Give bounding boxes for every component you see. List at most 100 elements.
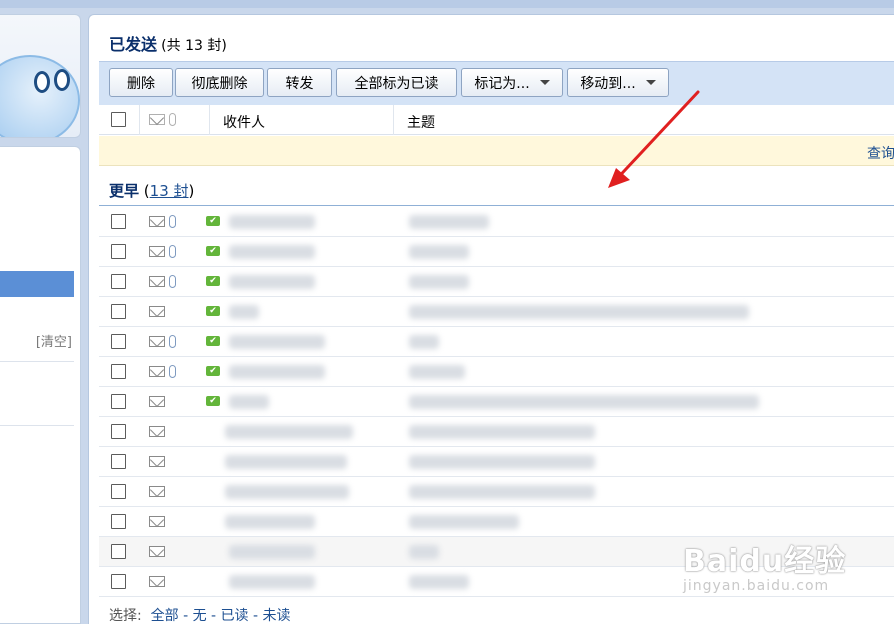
separator: - bbox=[211, 608, 217, 624]
table-row[interactable] bbox=[99, 447, 894, 477]
delete-button[interactable]: 删除 bbox=[109, 68, 173, 97]
subject-redacted bbox=[409, 275, 469, 289]
recipient-redacted bbox=[225, 455, 347, 469]
row-checkbox[interactable] bbox=[111, 304, 126, 319]
recipient-redacted bbox=[229, 335, 325, 349]
sidebar-divider bbox=[0, 361, 74, 362]
receipt-check-icon: ✔ bbox=[206, 246, 220, 256]
recipient-redacted bbox=[229, 545, 315, 559]
receipt-check-icon: ✔ bbox=[206, 366, 220, 376]
table-row[interactable]: ✔ bbox=[99, 267, 894, 297]
forward-button[interactable]: 转发 bbox=[267, 68, 332, 97]
attachment-icon bbox=[169, 245, 176, 258]
group-count-link[interactable]: 13 封 bbox=[150, 182, 189, 200]
mark-all-read-button[interactable]: 全部标为已读 bbox=[336, 68, 457, 97]
clear-trash-link[interactable]: [清空] bbox=[36, 331, 72, 350]
mark-as-dropdown[interactable]: 标记为... bbox=[461, 68, 563, 97]
sidebar-item-sent-active[interactable] bbox=[0, 271, 74, 297]
envelope-icon bbox=[149, 486, 165, 497]
recipient-redacted bbox=[229, 365, 325, 379]
recipient-redacted bbox=[229, 275, 315, 289]
receipt-check-icon: ✔ bbox=[206, 306, 220, 316]
envelope-icon bbox=[149, 216, 165, 227]
subject-redacted bbox=[409, 365, 465, 379]
row-checkbox[interactable] bbox=[111, 574, 126, 589]
separator: - bbox=[253, 608, 259, 624]
attachment-icon bbox=[169, 113, 176, 126]
mail-list-panel: 已发送 (共 13 封) 删除 彻底删除 转发 全部标为已读 标记为... 移动… bbox=[88, 14, 894, 624]
row-checkbox[interactable] bbox=[111, 274, 126, 289]
chevron-down-icon bbox=[539, 80, 550, 85]
top-strip bbox=[0, 0, 894, 8]
table-row[interactable]: ✔ bbox=[99, 237, 894, 267]
envelope-icon bbox=[149, 546, 165, 557]
recipient-redacted bbox=[225, 515, 315, 529]
row-checkbox[interactable] bbox=[111, 244, 126, 259]
table-row[interactable]: ✔ bbox=[99, 297, 894, 327]
row-checkbox[interactable] bbox=[111, 214, 126, 229]
sidebar-nav: [清空] bbox=[0, 146, 81, 624]
envelope-icon bbox=[149, 336, 165, 347]
subject-redacted bbox=[409, 215, 489, 229]
recipient-redacted bbox=[229, 575, 315, 589]
notice-query-link[interactable]: 查询 bbox=[867, 143, 894, 163]
attachment-icon bbox=[169, 275, 176, 288]
recipient-redacted bbox=[229, 215, 315, 229]
subject-redacted bbox=[409, 515, 519, 529]
select-unread-link[interactable]: 未读 bbox=[263, 608, 291, 624]
selection-footer: 选择: 全部 - 无 - 已读 - 未读 bbox=[109, 605, 291, 624]
table-row[interactable]: ✔ bbox=[99, 357, 894, 387]
penguin-eye-right bbox=[54, 69, 70, 91]
page-title: 已发送 (共 13 封) bbox=[109, 31, 227, 55]
notice-bar: 查询 bbox=[99, 136, 894, 166]
table-row[interactable] bbox=[99, 477, 894, 507]
envelope-icon bbox=[149, 456, 165, 467]
table-row[interactable] bbox=[99, 417, 894, 447]
row-checkbox[interactable] bbox=[111, 514, 126, 529]
envelope-icon bbox=[149, 576, 165, 587]
envelope-icon bbox=[149, 426, 165, 437]
envelope-icon bbox=[149, 276, 165, 287]
subject-redacted bbox=[409, 305, 749, 319]
column-recipient[interactable]: 收件人 bbox=[223, 112, 265, 132]
arrow-shaft bbox=[610, 90, 700, 186]
column-header: 收件人 主题 bbox=[99, 105, 894, 135]
select-read-link[interactable]: 已读 bbox=[221, 608, 249, 624]
select-all-checkbox[interactable] bbox=[111, 112, 126, 127]
row-checkbox[interactable] bbox=[111, 394, 126, 409]
table-row[interactable]: ✔ bbox=[99, 327, 894, 357]
delete-permanently-button[interactable]: 彻底删除 bbox=[175, 68, 264, 97]
row-checkbox[interactable] bbox=[111, 454, 126, 469]
recipient-redacted bbox=[229, 245, 315, 259]
subject-redacted bbox=[409, 395, 759, 409]
mark-as-label: 标记为... bbox=[474, 75, 530, 92]
envelope-icon bbox=[149, 114, 165, 125]
column-subject[interactable]: 主题 bbox=[407, 112, 435, 132]
select-all-link[interactable]: 全部 bbox=[151, 608, 179, 624]
mail-count: (共 13 封) bbox=[161, 38, 227, 54]
table-row[interactable] bbox=[99, 507, 894, 537]
recipient-redacted bbox=[229, 395, 269, 409]
delete-permanently-label: 彻底删除 bbox=[191, 75, 248, 92]
receipt-check-icon: ✔ bbox=[206, 276, 220, 286]
column-separator bbox=[393, 105, 394, 135]
annotation-arrow bbox=[608, 90, 700, 188]
subject-redacted bbox=[409, 245, 469, 259]
subject-redacted bbox=[409, 545, 439, 559]
table-row[interactable]: ✔ bbox=[99, 387, 894, 417]
subject-redacted bbox=[409, 335, 439, 349]
select-none-link[interactable]: 无 bbox=[193, 608, 207, 624]
envelope-icon bbox=[149, 366, 165, 377]
toolbar: 删除 彻底删除 转发 全部标为已读 标记为... 移动到... bbox=[99, 61, 894, 105]
separator: - bbox=[183, 608, 189, 624]
subject-redacted bbox=[409, 485, 595, 499]
row-checkbox[interactable] bbox=[111, 334, 126, 349]
sidebar-divider bbox=[0, 425, 74, 426]
row-checkbox[interactable] bbox=[111, 484, 126, 499]
select-label: 选择: bbox=[109, 608, 142, 624]
row-checkbox[interactable] bbox=[111, 544, 126, 559]
row-checkbox[interactable] bbox=[111, 364, 126, 379]
table-row[interactable]: ✔ bbox=[99, 207, 894, 237]
row-checkbox[interactable] bbox=[111, 424, 126, 439]
recipient-redacted bbox=[229, 305, 259, 319]
